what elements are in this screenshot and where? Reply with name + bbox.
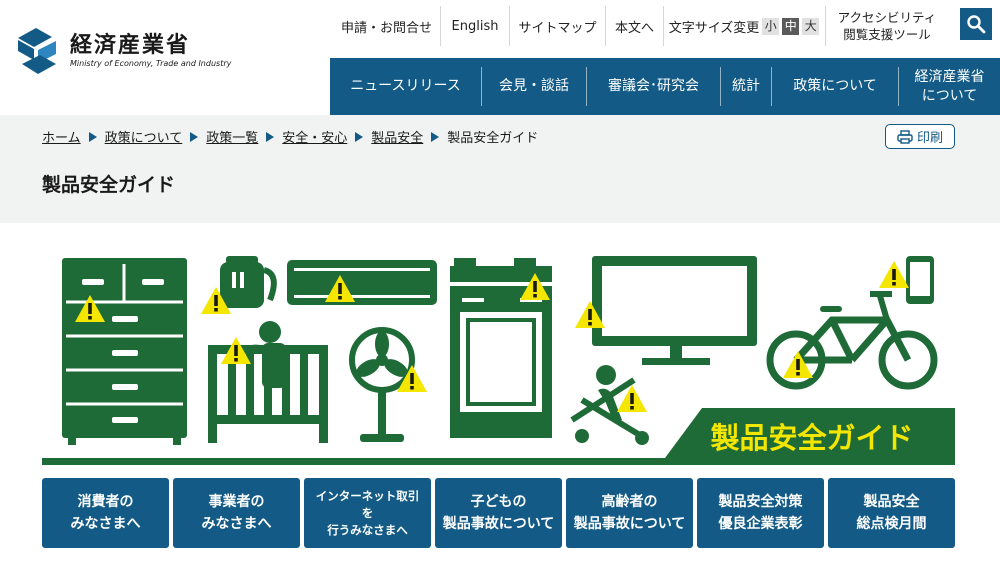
logo-text-jp: 経済産業省: [70, 33, 191, 58]
stove-icon: [450, 258, 552, 438]
tile-label: 事業者の みなさまへ: [201, 494, 272, 532]
tile-excellence-award[interactable]: 製品安全対策 優良企業表彰: [697, 478, 824, 548]
gnav-item-news[interactable]: ニュースリリース: [330, 58, 481, 115]
font-size-large-button[interactable]: 大: [802, 17, 820, 35]
breadcrumb-arrow-icon: [88, 131, 97, 142]
breadcrumb-link-policy-list[interactable]: 政策一覧: [206, 127, 258, 146]
hero-banner-text: 製品安全ガイド: [710, 421, 913, 455]
kettle-icon: [201, 256, 277, 314]
hero-ground-line: [42, 458, 955, 465]
logo-text-en: Ministry of Economy, Trade and Industry: [70, 59, 232, 68]
print-label: 印刷: [916, 131, 943, 146]
util-sitemap-link[interactable]: サイトマップ: [510, 0, 605, 52]
gnav-label: 政策について: [793, 78, 877, 94]
util-english-link[interactable]: English: [441, 0, 509, 52]
font-size-control: 文字サイズ変更 小 中 大: [664, 0, 824, 52]
electric-fan-icon: [349, 327, 427, 442]
tile-inspection-month[interactable]: 製品安全 総点検月間: [828, 478, 955, 548]
printer-icon: [897, 129, 913, 144]
hero-illustration: 製品安全ガイド: [42, 256, 955, 465]
breadcrumb-link-product-safety[interactable]: 製品安全: [371, 127, 423, 146]
tile-label: 高齢者の 製品事故について: [573, 494, 686, 532]
tile-elderly-accidents[interactable]: 高齢者の 製品事故について: [566, 478, 693, 548]
gnav-item-press[interactable]: 会見・談話: [482, 58, 586, 115]
dresser-icon: [62, 258, 187, 445]
breadcrumb-link-safety[interactable]: 安全・安心: [282, 127, 347, 146]
breadcrumb-arrow-icon: [355, 131, 364, 142]
global-nav: ニュースリリース 会見・談話 審議会･研究会 統計 政策について 経済産業省 に…: [330, 58, 1000, 115]
hero-title-banner: 製品安全ガイド: [662, 408, 955, 462]
a11y-line1: アクセシビリティ: [837, 10, 937, 25]
util-skip-to-body-link[interactable]: 本文へ: [606, 0, 663, 52]
gnav-label: 経済産業省: [914, 68, 985, 85]
stroller-icon: [570, 365, 649, 445]
air-conditioner-icon: [287, 260, 437, 305]
util-accessibility-link[interactable]: アクセシビリティ 閲覧支援ツール: [826, 0, 948, 52]
gnav-label: 統計: [732, 78, 760, 94]
breadcrumb-current: 製品安全ガイド: [447, 131, 539, 146]
meti-logo-icon: [18, 28, 56, 74]
tile-online-trade[interactable]: インターネット取引 を 行うみなさまへ: [304, 478, 431, 548]
breadcrumb-arrow-icon: [190, 131, 199, 142]
bicycle-icon: [766, 291, 938, 390]
font-size-medium-button[interactable]: 中: [782, 17, 800, 35]
tile-label: 製品安全 総点検月間: [856, 494, 927, 532]
gnav-label: について: [921, 87, 978, 104]
gnav-label: ニュースリリース: [350, 78, 461, 94]
gnav-label: 会見・談話: [499, 78, 569, 94]
page-title: 製品安全ガイド: [42, 174, 176, 196]
gnav-item-about[interactable]: 経済産業省 について: [899, 58, 1000, 115]
hero-banner: 製品安全ガイド: [42, 250, 955, 465]
breadcrumb-link-home[interactable]: ホーム: [42, 127, 81, 146]
breadcrumb-arrow-icon: [266, 131, 275, 142]
tile-businesses[interactable]: 事業者の みなさまへ: [173, 478, 300, 548]
tile-child-accidents[interactable]: 子どもの 製品事故について: [435, 478, 562, 548]
meti-logo[interactable]: 経済産業省 Ministry of Economy, Trade and Ind…: [12, 26, 231, 76]
font-size-label: 文字サイズ変更: [668, 20, 760, 36]
util-apply-link[interactable]: 申請・お問合せ: [333, 0, 440, 52]
tile-label: 子どもの 製品事故について: [442, 494, 555, 532]
font-size-small-button[interactable]: 小: [762, 17, 780, 35]
breadcrumb-link-policy[interactable]: 政策について: [105, 127, 183, 146]
gnav-item-councils[interactable]: 審議会･研究会: [587, 58, 720, 115]
search-icon: [967, 15, 986, 34]
television-icon: [575, 256, 757, 365]
tile-label: インターネット取引 を 行うみなさまへ: [315, 488, 420, 537]
breadcrumb: ホーム 政策について 政策一覧 安全・安心 製品安全 製品安全ガイド: [42, 127, 538, 146]
search-button[interactable]: [960, 8, 992, 40]
site-header: 経済産業省 Ministry of Economy, Trade and Ind…: [0, 0, 1000, 115]
tile-label: 製品安全対策 優良企業表彰: [718, 494, 803, 532]
tile-label: 消費者の みなさまへ: [70, 494, 141, 532]
title-band: ホーム 政策について 政策一覧 安全・安心 製品安全 製品安全ガイド 印刷 製品…: [0, 115, 1000, 223]
gnav-label: 審議会･研究会: [608, 78, 699, 94]
category-buttons: 消費者の みなさまへ 事業者の みなさまへ インターネット取引 を 行うみなさま…: [42, 478, 955, 548]
gnav-item-policy[interactable]: 政策について: [772, 58, 898, 115]
crib-icon: [208, 321, 328, 443]
gnav-item-statistics[interactable]: 統計: [721, 58, 771, 115]
a11y-line2: 閲覧支援ツール: [843, 27, 931, 42]
breadcrumb-arrow-icon: [431, 131, 440, 142]
tile-consumers[interactable]: 消費者の みなさまへ: [42, 478, 169, 548]
print-button[interactable]: 印刷: [885, 124, 955, 149]
